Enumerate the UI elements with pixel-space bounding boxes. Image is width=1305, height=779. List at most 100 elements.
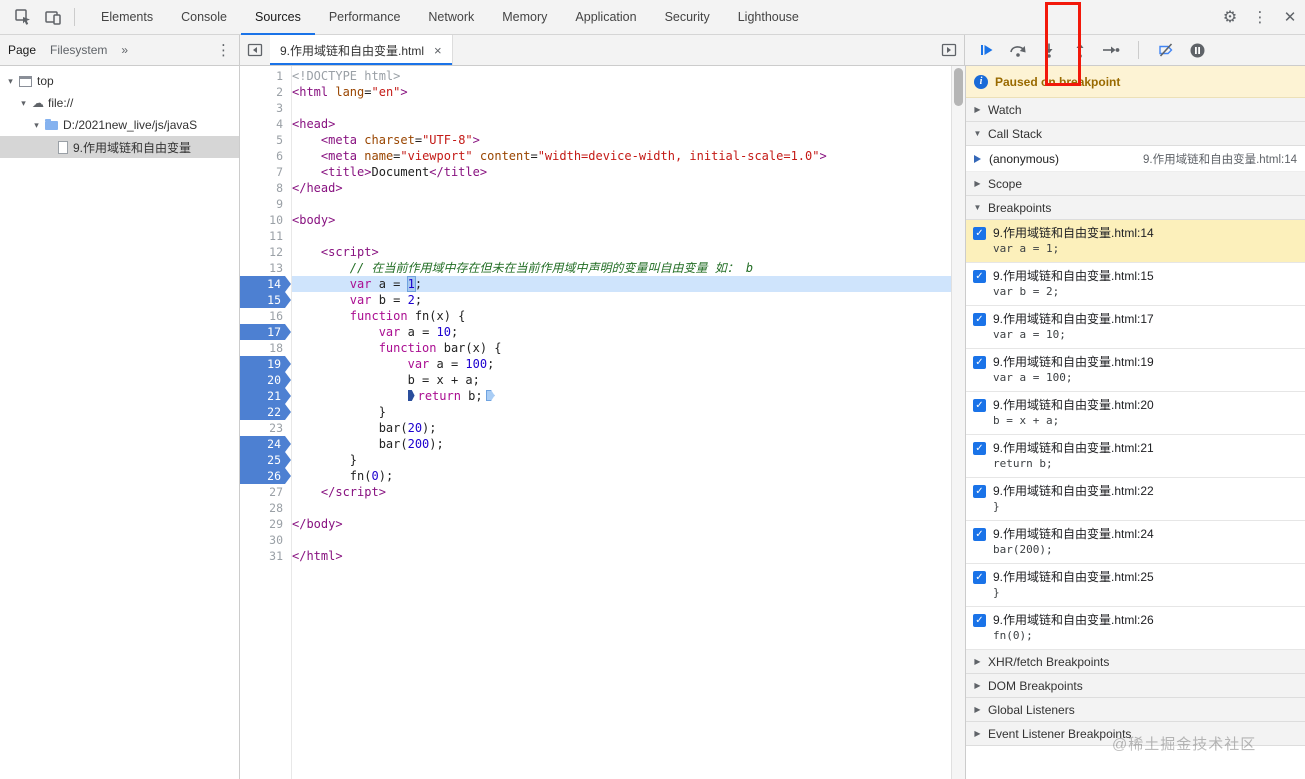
code-line-7[interactable]: <title>Document</title> <box>292 164 951 180</box>
expand-arrow-icon[interactable]: ▾ <box>17 98 30 109</box>
section-global-listeners[interactable]: ▶ Global Listeners <box>966 698 1305 722</box>
breakpoint-entry[interactable]: ✓ 9.作用域链和自由变量.html:22} <box>966 478 1305 521</box>
navigator-more-tabs-icon[interactable]: » <box>121 43 128 57</box>
code-line-29[interactable]: </body> <box>292 516 951 532</box>
breakpoint-checkbox[interactable]: ✓ <box>973 442 986 455</box>
breakpoint-gutter-marker[interactable]: 22 <box>240 404 291 420</box>
code-line-3[interactable] <box>292 100 951 116</box>
breakpoint-entry[interactable]: ✓ 9.作用域链和自由变量.html:14 var a = 1; <box>966 220 1305 263</box>
breakpoint-entry[interactable]: ✓ 9.作用域链和自由变量.html:21 return b; <box>966 435 1305 478</box>
line-number[interactable]: 6 <box>240 148 291 164</box>
code-line-24[interactable]: bar(200); <box>292 436 951 452</box>
breakpoint-gutter-marker[interactable]: 19 <box>240 356 291 372</box>
editor-scrollbar[interactable] <box>951 66 965 779</box>
breakpoint-checkbox[interactable]: ✓ <box>973 571 986 584</box>
scrollbar-thumb[interactable] <box>954 68 963 106</box>
device-toolbar-button[interactable] <box>38 3 68 31</box>
line-number[interactable]: 31 <box>240 548 291 564</box>
code-line-22[interactable]: } <box>292 404 951 420</box>
code-line-13[interactable]: // 在当前作用域中存在但未在当前作用域中声明的变量叫自由变量 如： b <box>292 260 951 276</box>
code-line-1[interactable]: <!DOCTYPE html> <box>292 68 951 84</box>
breakpoint-gutter-marker[interactable]: 24 <box>240 436 291 452</box>
sidebar-toggle-icon[interactable] <box>934 35 964 65</box>
section-breakpoints[interactable]: ▼ Breakpoints <box>966 196 1305 220</box>
tab-application[interactable]: Application <box>561 0 650 35</box>
code-line-8[interactable]: </head> <box>292 180 951 196</box>
section-call-stack[interactable]: ▼ Call Stack <box>966 122 1305 146</box>
line-number[interactable]: 29 <box>240 516 291 532</box>
tab-lighthouse[interactable]: Lighthouse <box>724 0 813 35</box>
code-line-28[interactable] <box>292 500 951 516</box>
line-number[interactable]: 13 <box>240 260 291 276</box>
code-line-31[interactable]: </html> <box>292 548 951 564</box>
section-watch[interactable]: ▶ Watch <box>966 98 1305 122</box>
navigator-item[interactable]: ▾ top <box>0 70 239 92</box>
navigator-menu-icon[interactable]: ⋮ <box>216 41 231 59</box>
breakpoint-checkbox[interactable]: ✓ <box>973 313 986 326</box>
step-over-button[interactable] <box>1008 40 1028 60</box>
step-button[interactable] <box>1101 40 1121 60</box>
code-line-6[interactable]: <meta name="viewport" content="width=dev… <box>292 148 951 164</box>
code-line-18[interactable]: function bar(x) { <box>292 340 951 356</box>
line-number[interactable]: 2 <box>240 84 291 100</box>
breakpoint-entry[interactable]: ✓ 9.作用域链和自由变量.html:26 fn(0); <box>966 607 1305 650</box>
pause-on-exceptions-button[interactable] <box>1187 40 1207 60</box>
close-devtools-icon[interactable]: ✕ <box>1275 3 1305 31</box>
code-line-5[interactable]: <meta charset="UTF-8"> <box>292 132 951 148</box>
line-number[interactable]: 10 <box>240 212 291 228</box>
settings-gear-icon[interactable]: ⚙ <box>1215 3 1245 31</box>
code-line-10[interactable]: <body> <box>292 212 951 228</box>
line-number[interactable]: 8 <box>240 180 291 196</box>
breakpoint-entry[interactable]: ✓ 9.作用域链和自由变量.html:25} <box>966 564 1305 607</box>
section-dom-breakpoints[interactable]: ▶ DOM Breakpoints <box>966 674 1305 698</box>
line-number[interactable]: 7 <box>240 164 291 180</box>
code-line-12[interactable]: <script> <box>292 244 951 260</box>
line-number[interactable]: 28 <box>240 500 291 516</box>
code-line-11[interactable] <box>292 228 951 244</box>
breakpoint-checkbox[interactable]: ✓ <box>973 614 986 627</box>
step-into-button[interactable] <box>1039 40 1059 60</box>
code-line-30[interactable] <box>292 532 951 548</box>
line-number[interactable]: 3 <box>240 100 291 116</box>
more-options-icon[interactable]: ⋮ <box>1245 3 1275 31</box>
breakpoint-gutter-marker[interactable]: 26 <box>240 468 291 484</box>
line-number[interactable]: 18 <box>240 340 291 356</box>
breakpoint-entry[interactable]: ✓ 9.作用域链和自由变量.html:19 var a = 100; <box>966 349 1305 392</box>
code-line-27[interactable]: </script> <box>292 484 951 500</box>
breakpoint-checkbox[interactable]: ✓ <box>973 227 986 240</box>
breakpoint-gutter-marker[interactable]: 21 <box>240 388 291 404</box>
navigator-toggle-icon[interactable] <box>240 35 270 65</box>
breakpoint-checkbox[interactable]: ✓ <box>973 528 986 541</box>
breakpoint-checkbox[interactable]: ✓ <box>973 485 986 498</box>
breakpoint-gutter-marker[interactable]: 15 <box>240 292 291 308</box>
code-line-23[interactable]: bar(20); <box>292 420 951 436</box>
breakpoint-entry[interactable]: ✓ 9.作用域链和自由变量.html:24 bar(200); <box>966 521 1305 564</box>
close-tab-icon[interactable]: × <box>434 43 442 58</box>
breakpoint-entry[interactable]: ✓ 9.作用域链和自由变量.html:20 b = x + a; <box>966 392 1305 435</box>
inline-paused-marker-icon[interactable] <box>407 390 415 401</box>
code-line-9[interactable] <box>292 196 951 212</box>
line-number[interactable]: 4 <box>240 116 291 132</box>
code-line-16[interactable]: function fn(x) { <box>292 308 951 324</box>
line-number[interactable]: 11 <box>240 228 291 244</box>
inspect-element-button[interactable] <box>8 3 38 31</box>
navigator-item[interactable]: ▾ ☁ file:// <box>0 92 239 114</box>
code-line-19[interactable]: var a = 100; <box>292 356 951 372</box>
deactivate-breakpoints-button[interactable] <box>1156 40 1176 60</box>
code-line-14[interactable]: var a = 1; <box>292 276 951 292</box>
code-line-20[interactable]: b = x + a; <box>292 372 951 388</box>
line-number[interactable]: 27 <box>240 484 291 500</box>
resume-button[interactable] <box>977 40 997 60</box>
line-number[interactable]: 16 <box>240 308 291 324</box>
tab-memory[interactable]: Memory <box>488 0 561 35</box>
code-line-17[interactable]: var a = 10; <box>292 324 951 340</box>
inline-breakpoint-candidate-icon[interactable] <box>485 390 495 401</box>
tab-network[interactable]: Network <box>414 0 488 35</box>
tab-sources[interactable]: Sources <box>241 0 315 35</box>
breakpoint-checkbox[interactable]: ✓ <box>973 399 986 412</box>
navigator-item[interactable]: ▾ D:/2021new_live/js/javaS <box>0 114 239 136</box>
line-number[interactable]: 23 <box>240 420 291 436</box>
line-number[interactable]: 1 <box>240 68 291 84</box>
breakpoint-gutter-marker[interactable]: 25 <box>240 452 291 468</box>
tab-elements[interactable]: Elements <box>87 0 167 35</box>
